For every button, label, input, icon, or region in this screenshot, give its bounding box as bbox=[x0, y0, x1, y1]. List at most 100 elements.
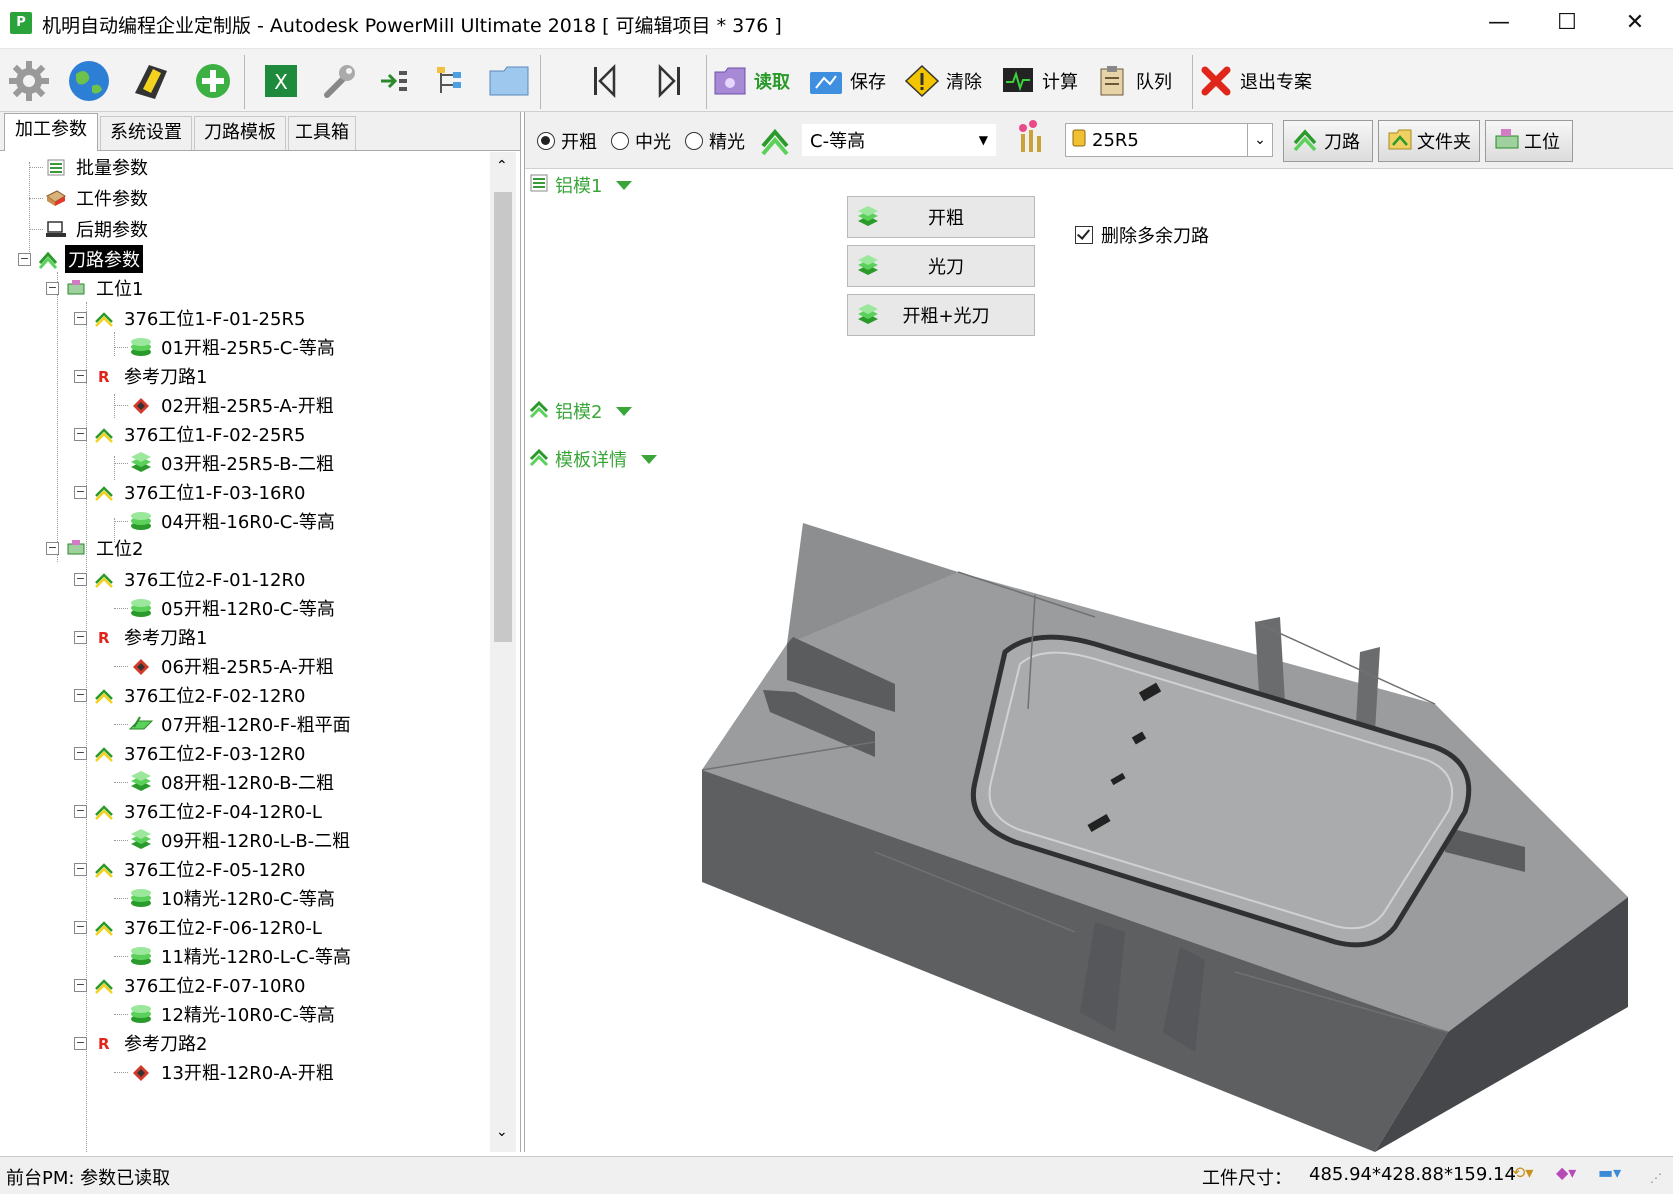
excel-icon[interactable]: X bbox=[258, 58, 304, 104]
tool-select[interactable]: 25R5 ⌄ bbox=[1065, 123, 1273, 157]
tree-node-toolpath[interactable]: 13开粗-12R0-A-开粗 bbox=[114, 1057, 337, 1087]
tab-toolpath-templates[interactable]: 刀路模板 bbox=[194, 116, 286, 150]
collapse-toggle[interactable]: − bbox=[74, 311, 87, 325]
section-alu-mold-2[interactable]: 铝模2 bbox=[529, 398, 633, 424]
tree-node-group[interactable]: − 376工位2-F-07-10R0 bbox=[74, 970, 308, 1000]
tree-node-group[interactable]: − 376工位2-F-02-12R0 bbox=[74, 680, 308, 710]
scrollbar-thumb[interactable] bbox=[494, 192, 512, 642]
tree-node-toolpath[interactable]: 12精光-10R0-C-等高 bbox=[114, 999, 338, 1029]
tree-node-toolpath[interactable]: 11精光-12R0-L-C-等高 bbox=[114, 941, 354, 971]
tree-node-group[interactable]: − 376工位2-F-05-12R0 bbox=[74, 854, 308, 884]
maximize-button[interactable]: ☐ bbox=[1534, 0, 1600, 48]
section-template-details[interactable]: 模板详情 bbox=[529, 446, 657, 472]
tab-system-settings[interactable]: 系统设置 bbox=[100, 116, 192, 150]
clear-button[interactable]: 清除 bbox=[904, 61, 982, 101]
scroll-down-icon[interactable]: ⌄ bbox=[496, 1124, 508, 1140]
tree-node-toolpath-params[interactable]: − 刀路参数 bbox=[18, 244, 143, 274]
tree-node-group[interactable]: − R 参考刀路1 bbox=[74, 622, 210, 652]
mold-3d-view[interactable] bbox=[675, 412, 1673, 1152]
strategy-select[interactable]: C-等高 ▼ bbox=[801, 123, 997, 157]
undo-icon[interactable]: ⟲▾ bbox=[1512, 1163, 1533, 1182]
exit-project-button[interactable]: 退出专案 bbox=[1198, 61, 1312, 101]
last-icon[interactable] bbox=[646, 58, 692, 104]
collapse-toggle[interactable]: − bbox=[74, 1036, 87, 1050]
tree-node-post-params[interactable]: 后期参数 bbox=[29, 214, 151, 244]
collapse-toggle[interactable]: − bbox=[74, 572, 87, 586]
tool-holder-icon[interactable] bbox=[1013, 118, 1047, 162]
tree-icon[interactable] bbox=[428, 58, 474, 104]
tree-node-toolpath[interactable]: 06开粗-25R5-A-开粗 bbox=[114, 651, 337, 681]
tree-scrollbar[interactable]: ⌃ ⌄ bbox=[490, 152, 516, 1152]
tree-node-toolpath[interactable]: 09开粗-12R0-L-B-二粗 bbox=[114, 825, 353, 855]
queue-button[interactable]: 队列 bbox=[1094, 61, 1172, 101]
toolpath-icon bbox=[35, 247, 61, 271]
tree-node-toolpath[interactable]: 01开粗-25R5-C-等高 bbox=[114, 332, 338, 362]
layers-icon bbox=[128, 770, 154, 794]
calculate-button[interactable]: 计算 bbox=[1000, 61, 1078, 101]
folder-icon[interactable] bbox=[486, 58, 532, 104]
collapse-toggle[interactable]: − bbox=[46, 541, 59, 555]
tab-machining-params[interactable]: 加工参数 bbox=[4, 113, 98, 151]
tree-node-station-1[interactable]: − 工位1 bbox=[46, 273, 146, 303]
tree-node-toolpath[interactable]: 10精光-12R0-C-等高 bbox=[114, 883, 338, 913]
collapse-toggle[interactable]: − bbox=[18, 252, 31, 266]
globe-icon[interactable] bbox=[66, 58, 112, 104]
import-icon[interactable] bbox=[372, 58, 418, 104]
tree-node-group[interactable]: − 376工位1-F-03-16R0 bbox=[74, 477, 308, 507]
read-button[interactable]: 读取 bbox=[712, 61, 790, 101]
tree-node-group[interactable]: − 376工位2-F-06-12R0-L bbox=[74, 912, 325, 942]
tree-node-workpiece-params[interactable]: 工件参数 bbox=[29, 183, 151, 213]
tree-node-toolpath[interactable]: 02开粗-25R5-A-开粗 bbox=[114, 390, 337, 420]
wrench-icon[interactable] bbox=[316, 58, 362, 104]
mold-icon[interactable] bbox=[128, 58, 174, 104]
collapse-toggle[interactable]: − bbox=[74, 978, 87, 992]
tree-node-group[interactable]: − 376工位1-F-02-25R5 bbox=[74, 419, 308, 449]
tree-node-toolpath[interactable]: 04开粗-16R0-C-等高 bbox=[114, 506, 338, 536]
tab-toolbox[interactable]: 工具箱 bbox=[288, 116, 356, 150]
collapse-toggle[interactable]: − bbox=[74, 369, 87, 383]
resize-grip-icon[interactable]: ⋰ bbox=[1650, 1171, 1662, 1185]
tree-node-toolpath[interactable]: 03开粗-25R5-B-二粗 bbox=[114, 448, 337, 478]
first-icon[interactable] bbox=[582, 58, 628, 104]
cube-icon[interactable]: ◆▾ bbox=[1556, 1163, 1576, 1182]
collapse-toggle[interactable]: − bbox=[74, 746, 87, 760]
collapse-toggle[interactable]: − bbox=[74, 804, 87, 818]
close-button[interactable]: ✕ bbox=[1602, 0, 1668, 48]
toolpath-button[interactable]: 刀路 bbox=[1283, 120, 1373, 162]
collapse-toggle[interactable]: − bbox=[74, 862, 87, 876]
collapse-toggle[interactable]: − bbox=[46, 281, 59, 295]
tree-node-toolpath[interactable]: 07开粗-12R0-F-粗平面 bbox=[114, 709, 354, 739]
collapse-toggle[interactable]: − bbox=[74, 630, 87, 644]
tree-node-toolpath[interactable]: 05开粗-12R0-C-等高 bbox=[114, 593, 338, 623]
rough-button[interactable]: 开粗 bbox=[847, 196, 1035, 238]
section-alu-mold-1[interactable]: 铝模1 bbox=[529, 172, 633, 198]
tree-node-station-2[interactable]: − 工位2 bbox=[46, 533, 146, 563]
gear-icon[interactable] bbox=[6, 58, 52, 104]
tree-node-toolpath[interactable]: 08开粗-12R0-B-二粗 bbox=[114, 767, 337, 797]
tree-node-group[interactable]: − 376工位2-F-03-12R0 bbox=[74, 738, 308, 768]
save-button[interactable]: 保存 bbox=[808, 61, 886, 101]
radio-finish[interactable]: 精光 bbox=[685, 128, 745, 154]
minimize-button[interactable]: — bbox=[1466, 0, 1532, 48]
collapse-toggle[interactable]: − bbox=[74, 920, 87, 934]
collapse-toggle[interactable]: − bbox=[74, 485, 87, 499]
scroll-up-icon[interactable]: ⌃ bbox=[496, 158, 508, 174]
add-icon[interactable] bbox=[190, 58, 236, 104]
tree-node-group[interactable]: − 376工位1-F-01-25R5 bbox=[74, 303, 308, 333]
folder-open-icon[interactable]: ▬▾ bbox=[1598, 1163, 1621, 1182]
radio-rough[interactable]: 开粗 bbox=[537, 128, 597, 154]
clipboard-icon bbox=[1094, 65, 1130, 97]
tree-node-group[interactable]: − R 参考刀路1 bbox=[74, 361, 210, 391]
delete-extra-toolpaths-checkbox[interactable]: 删除多余刀路 bbox=[1075, 222, 1209, 248]
collapse-toggle[interactable]: − bbox=[74, 688, 87, 702]
tree-node-batch-params[interactable]: 批量参数 bbox=[29, 152, 151, 182]
tree-node-group[interactable]: − R 参考刀路2 bbox=[74, 1028, 210, 1058]
collapse-toggle[interactable]: − bbox=[74, 427, 87, 441]
folder-button[interactable]: 文件夹 bbox=[1378, 120, 1480, 162]
finish-button[interactable]: 光刀 bbox=[847, 245, 1035, 287]
station-button[interactable]: 工位 bbox=[1485, 120, 1573, 162]
rough-and-finish-button[interactable]: 开粗+光刀 bbox=[847, 294, 1035, 336]
radio-semi-finish[interactable]: 中光 bbox=[611, 128, 671, 154]
tree-node-group[interactable]: − 376工位2-F-04-12R0-L bbox=[74, 796, 325, 826]
tree-node-group[interactable]: − 376工位2-F-01-12R0 bbox=[74, 564, 308, 594]
